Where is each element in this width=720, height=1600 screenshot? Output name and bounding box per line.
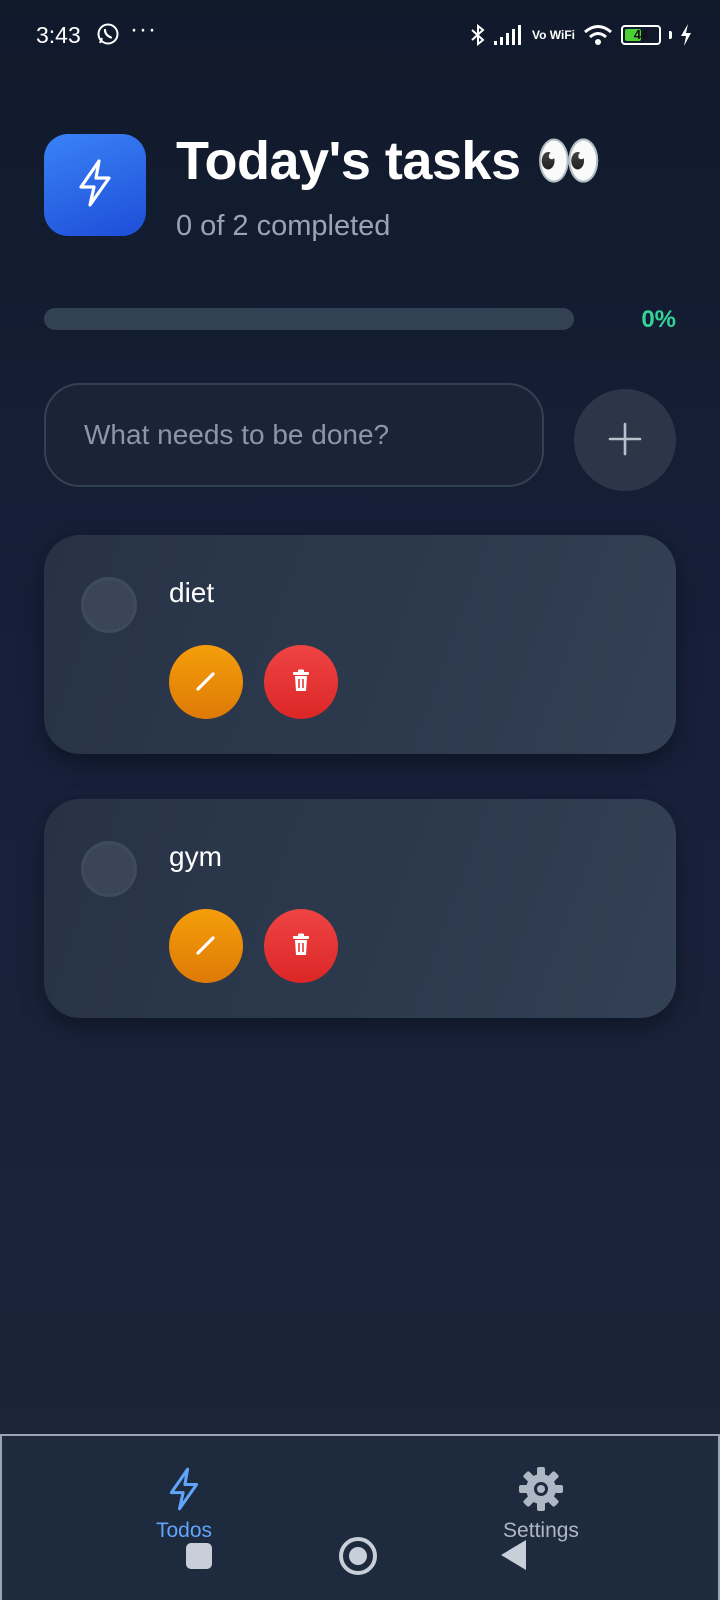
plus-icon — [607, 421, 643, 460]
status-time: 3:43 — [36, 22, 81, 48]
task-complete-checkbox[interactable] — [81, 577, 137, 633]
task-complete-checkbox[interactable] — [81, 841, 137, 897]
task-card: diet — [44, 535, 676, 754]
recents-button[interactable] — [186, 1543, 212, 1569]
progress-percent: 0% — [641, 306, 676, 333]
gear-icon — [518, 1467, 564, 1516]
edit-task-button[interactable] — [169, 909, 243, 983]
page-title: Today's tasks 👀 — [176, 131, 602, 191]
wifi-icon — [583, 24, 613, 46]
lightning-icon — [166, 1467, 202, 1516]
bluetooth-icon — [470, 23, 486, 47]
battery-icon: 44 — [621, 25, 661, 45]
back-button[interactable] — [501, 1540, 526, 1570]
progress-bar — [44, 308, 574, 330]
task-title: gym — [169, 841, 222, 872]
signal-icon — [494, 25, 524, 45]
battery-level: 44 — [633, 27, 649, 42]
task-title: diet — [169, 577, 215, 608]
more-dots-icon: ··· — [130, 16, 157, 43]
task-card: gym — [44, 799, 676, 1018]
status-icons: Vo WiFi 44 — [470, 20, 692, 50]
edit-task-button[interactable] — [169, 645, 243, 719]
trash-icon — [290, 669, 312, 696]
new-task-input[interactable] — [44, 383, 544, 487]
delete-task-button[interactable] — [264, 645, 338, 719]
home-button[interactable] — [339, 1537, 377, 1575]
battery-tip — [669, 31, 672, 39]
completion-summary: 0 of 2 completed — [176, 210, 391, 242]
system-navigation — [0, 1530, 720, 1580]
pencil-icon — [193, 668, 219, 697]
lightning-icon — [75, 158, 115, 212]
add-task-button[interactable] — [574, 389, 676, 491]
status-bar: 3:43 ··· Vo WiFi 44 — [0, 0, 720, 72]
charging-icon — [680, 24, 692, 46]
delete-task-button[interactable] — [264, 909, 338, 983]
trash-icon — [290, 933, 312, 960]
app-logo — [44, 134, 146, 236]
pencil-icon — [193, 932, 219, 961]
whatsapp-icon — [96, 22, 120, 46]
vowifi-label: Vo WiFi — [532, 28, 575, 42]
